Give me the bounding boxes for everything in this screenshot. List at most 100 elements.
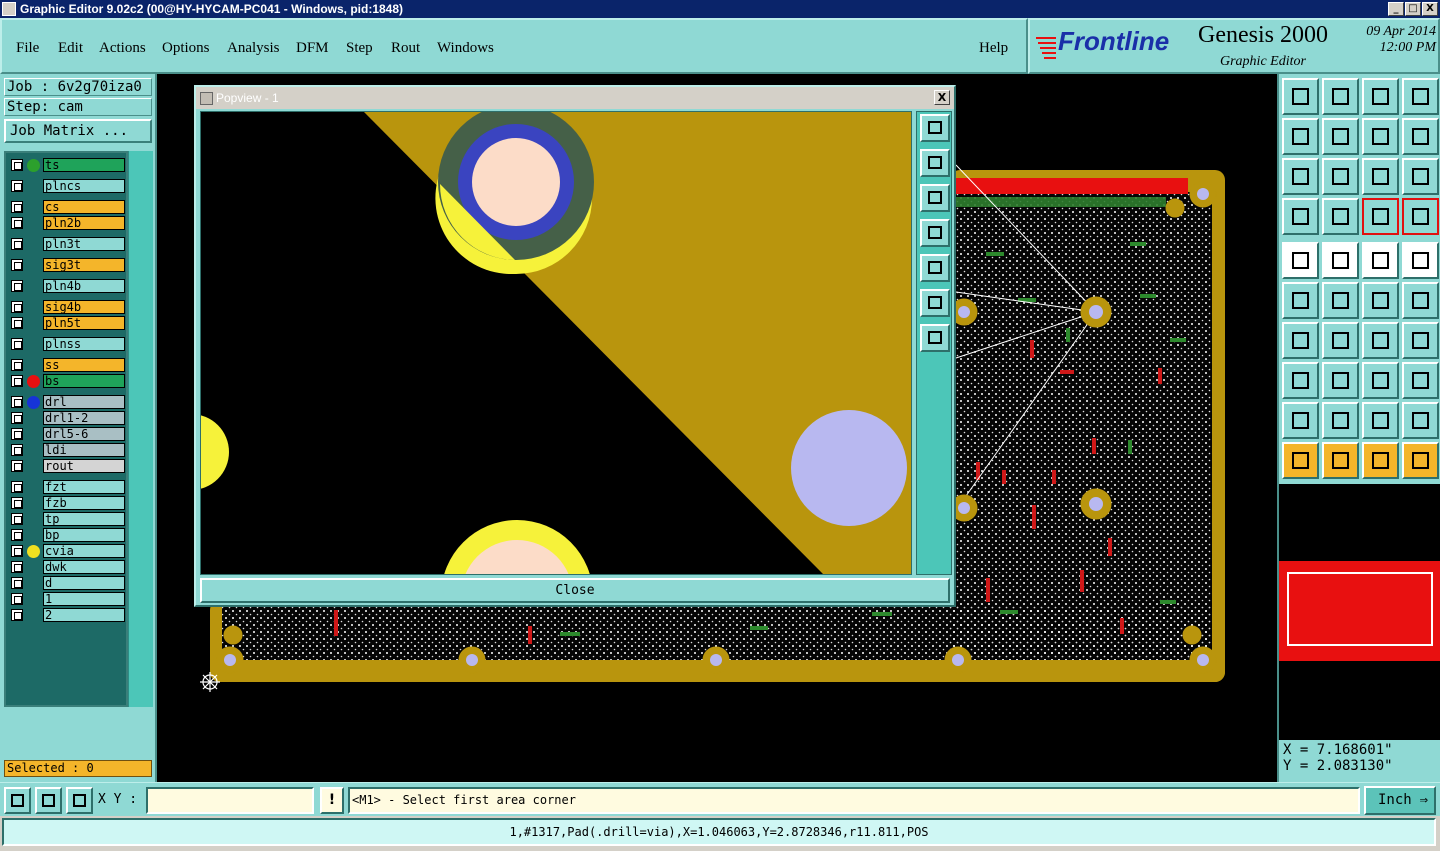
layer-row[interactable]: drl (8, 395, 126, 409)
layer-row[interactable]: sig3t (8, 258, 126, 272)
popview-zoom-out-icon[interactable] (920, 289, 950, 317)
home-icon[interactable] (1362, 78, 1399, 115)
move-icon[interactable] (1362, 282, 1399, 319)
home-down-icon[interactable] (1322, 78, 1359, 115)
arc-alt-icon[interactable] (1402, 402, 1439, 439)
job-matrix-button[interactable]: Job Matrix ... (4, 119, 152, 143)
layer-checkbox[interactable] (11, 561, 23, 573)
layer-name[interactable]: 1 (43, 592, 125, 606)
layer-name[interactable]: ldi (43, 443, 125, 457)
grid-mode-icon[interactable] (66, 787, 93, 814)
layer-name[interactable]: pln2b (43, 216, 125, 230)
layer-name[interactable]: pln3t (43, 237, 125, 251)
layer-checkbox[interactable] (11, 238, 23, 250)
snap-icon[interactable] (1282, 362, 1319, 399)
popview-zoom-icon[interactable] (920, 114, 950, 142)
layer-row[interactable]: dwk (8, 560, 126, 574)
overview-map[interactable] (1277, 484, 1440, 740)
layer-name[interactable]: plncs (43, 179, 125, 193)
layer-checkbox[interactable] (11, 159, 23, 171)
layer-row[interactable]: ts (8, 158, 126, 172)
zoom-center-icon[interactable] (1322, 158, 1359, 195)
popview-pan-down-icon[interactable] (920, 184, 950, 212)
swap-icon[interactable] (1362, 118, 1399, 155)
layer-name[interactable]: sig3t (43, 258, 125, 272)
layer-row[interactable]: tp (8, 512, 126, 526)
layer-name[interactable]: tp (43, 512, 125, 526)
measure-mode-icon[interactable] (35, 787, 62, 814)
layer-checkbox[interactable] (11, 317, 23, 329)
maximize-button[interactable]: □ (1405, 2, 1421, 16)
layer-checkbox[interactable] (11, 375, 23, 387)
layer-row[interactable]: pln5t (8, 316, 126, 330)
layer-checkbox[interactable] (11, 481, 23, 493)
layer-name[interactable]: pln4b (43, 279, 125, 293)
layer-name[interactable]: bs (43, 374, 125, 388)
popview-pan-up-icon[interactable] (920, 149, 950, 177)
select-icon[interactable] (1282, 242, 1319, 279)
rotate-icon[interactable] (1362, 322, 1399, 359)
zoom-fit-icon[interactable] (1282, 158, 1319, 195)
route-icon[interactable] (1282, 402, 1319, 439)
pointer-cursor-icon[interactable] (1362, 442, 1399, 479)
layer-name[interactable]: plnss (43, 337, 125, 351)
popview-canvas[interactable] (200, 111, 912, 575)
popview-pan-right-icon[interactable] (920, 254, 950, 282)
layer-checkbox[interactable] (11, 201, 23, 213)
menu-edit[interactable]: Edit (58, 40, 83, 57)
menu-actions[interactable]: Actions (99, 40, 146, 57)
connect-icon[interactable] (1282, 282, 1319, 319)
layer-name[interactable]: dwk (43, 560, 125, 574)
popview-close-icon[interactable]: X (934, 90, 950, 105)
close-window-button[interactable]: X (1422, 2, 1438, 16)
layer-row[interactable]: bs (8, 374, 126, 388)
net-icon[interactable] (1402, 442, 1439, 479)
layer-name[interactable]: drl (43, 395, 125, 409)
layer-name[interactable]: fzb (43, 496, 125, 510)
layer-row[interactable]: pln2b (8, 216, 126, 230)
popview-title-bar[interactable]: Popview - 1 X (196, 87, 954, 109)
layer-name[interactable]: drl5-6 (43, 427, 125, 441)
redraw-icon[interactable] (1402, 118, 1439, 155)
layer-checkbox[interactable] (11, 444, 23, 456)
arc-icon[interactable] (1362, 402, 1399, 439)
layer-name[interactable]: drl1-2 (43, 411, 125, 425)
pointer-icon[interactable] (1282, 442, 1319, 479)
layer-checkbox[interactable] (11, 396, 23, 408)
layer-row[interactable]: fzb (8, 496, 126, 510)
menu-dfm[interactable]: DFM (296, 40, 329, 57)
window-split-icon[interactable] (1402, 78, 1439, 115)
popview-zoom-in-icon[interactable] (920, 324, 950, 352)
layer-checkbox[interactable] (11, 428, 23, 440)
route-alt-icon[interactable] (1322, 402, 1359, 439)
layer-checkbox[interactable] (11, 460, 23, 472)
zoom-1-2-icon[interactable] (1362, 158, 1399, 195)
pan-right-icon[interactable] (1322, 118, 1359, 155)
xy-input[interactable] (146, 787, 314, 814)
layer-row[interactable]: drl1-2 (8, 411, 126, 425)
home-up-icon[interactable] (1282, 78, 1319, 115)
layer-checkbox[interactable] (11, 529, 23, 541)
layer-name[interactable]: cs (43, 200, 125, 214)
layer-row[interactable]: 2 (8, 608, 126, 622)
layer-name[interactable]: ss (43, 358, 125, 372)
pointer-select-icon[interactable] (1322, 442, 1359, 479)
angle-icon[interactable] (1282, 322, 1319, 359)
layer-checkbox[interactable] (11, 609, 23, 621)
layer-row[interactable]: drl5-6 (8, 427, 126, 441)
split-icon[interactable] (1322, 362, 1359, 399)
menu-file[interactable]: File (16, 40, 39, 57)
menu-options[interactable]: Options (162, 40, 210, 57)
layer-name[interactable]: rout (43, 459, 125, 473)
layer-row[interactable]: fzt (8, 480, 126, 494)
layer-row[interactable]: plnss (8, 337, 126, 351)
layer-checkbox[interactable] (11, 280, 23, 292)
overview-viewport-box[interactable] (1287, 572, 1433, 646)
line-icon[interactable] (1322, 322, 1359, 359)
layer-checkbox[interactable] (11, 359, 23, 371)
select-box-icon[interactable] (1322, 242, 1359, 279)
alert-button[interactable]: ! (320, 787, 344, 814)
popview-pan-left-icon[interactable] (920, 219, 950, 247)
layer-stack-icon[interactable] (1362, 198, 1399, 235)
layer-row[interactable]: d (8, 576, 126, 590)
